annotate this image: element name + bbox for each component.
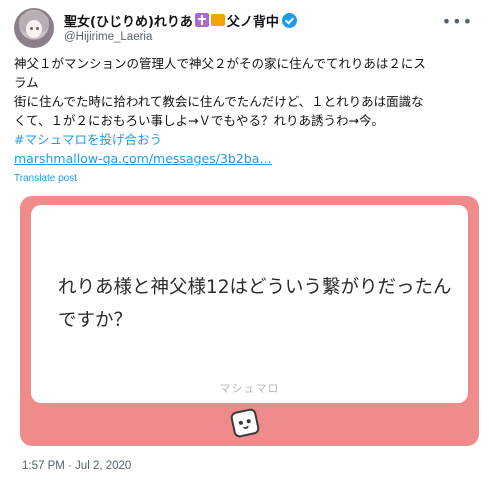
tweet-text-line: くて、１が２におもろい事しよ→Ｖでもやる？れりあ誘うわ→今。 bbox=[14, 113, 384, 128]
book-emoji-icon bbox=[210, 14, 225, 26]
avatar[interactable] bbox=[14, 8, 54, 48]
card-panel: れりあ様と神父様12はどういう繋がりだったんですか？ マシュマロ bbox=[31, 205, 468, 403]
cross-emoji-icon bbox=[194, 13, 209, 27]
display-name[interactable]: 聖女(ひじりめ)れりあ bbox=[64, 11, 193, 30]
tweet-header: 聖女(ひじりめ)れりあ 父ノ背中 @Hijirime_Laeria ••• bbox=[14, 8, 479, 48]
tweet-text: 神父１がマンションの管理人で神父２がその家に住んでてれりあは２にス ラム 街に住… bbox=[14, 54, 479, 168]
translate-post-link[interactable]: Translate post bbox=[14, 173, 77, 184]
card-question: れりあ様と神父様12はどういう繋がりだったんですか？ bbox=[58, 277, 452, 331]
tweet: 聖女(ひじりめ)れりあ 父ノ背中 @Hijirime_Laeria ••• 神父… bbox=[0, 0, 489, 490]
display-name-suffix[interactable]: 父ノ背中 bbox=[227, 11, 279, 30]
user-handle[interactable]: @Hijirime_Laeria bbox=[64, 31, 297, 43]
marshmallow-mascot-icon bbox=[229, 407, 261, 439]
tweet-text-line: 街に住んでた時に拾われて教会に住んでたんだけど、１とれりあは面識な bbox=[14, 94, 424, 109]
hashtag-link[interactable]: #マシュマロを投げ合おう bbox=[14, 132, 162, 147]
verified-badge-icon[interactable] bbox=[281, 12, 297, 28]
card-brand: マシュマロ bbox=[219, 382, 280, 395]
marshmallow-link[interactable]: marshmallow-qa.com/messages/3b2ba… bbox=[14, 151, 272, 166]
marshmallow-card[interactable]: れりあ様と神父様12はどういう繋がりだったんですか？ マシュマロ bbox=[20, 196, 479, 446]
author-names[interactable]: 聖女(ひじりめ)れりあ 父ノ背中 @Hijirime_Laeria bbox=[64, 11, 297, 43]
more-icon[interactable]: ••• bbox=[442, 12, 473, 31]
tweet-text-line: ラム bbox=[14, 75, 39, 90]
tweet-text-line: 神父１がマンションの管理人で神父２がその家に住んでてれりあは２にス bbox=[14, 56, 426, 71]
tweet-timestamp[interactable]: 1:57 PM · Jul 2, 2020 bbox=[22, 460, 131, 472]
